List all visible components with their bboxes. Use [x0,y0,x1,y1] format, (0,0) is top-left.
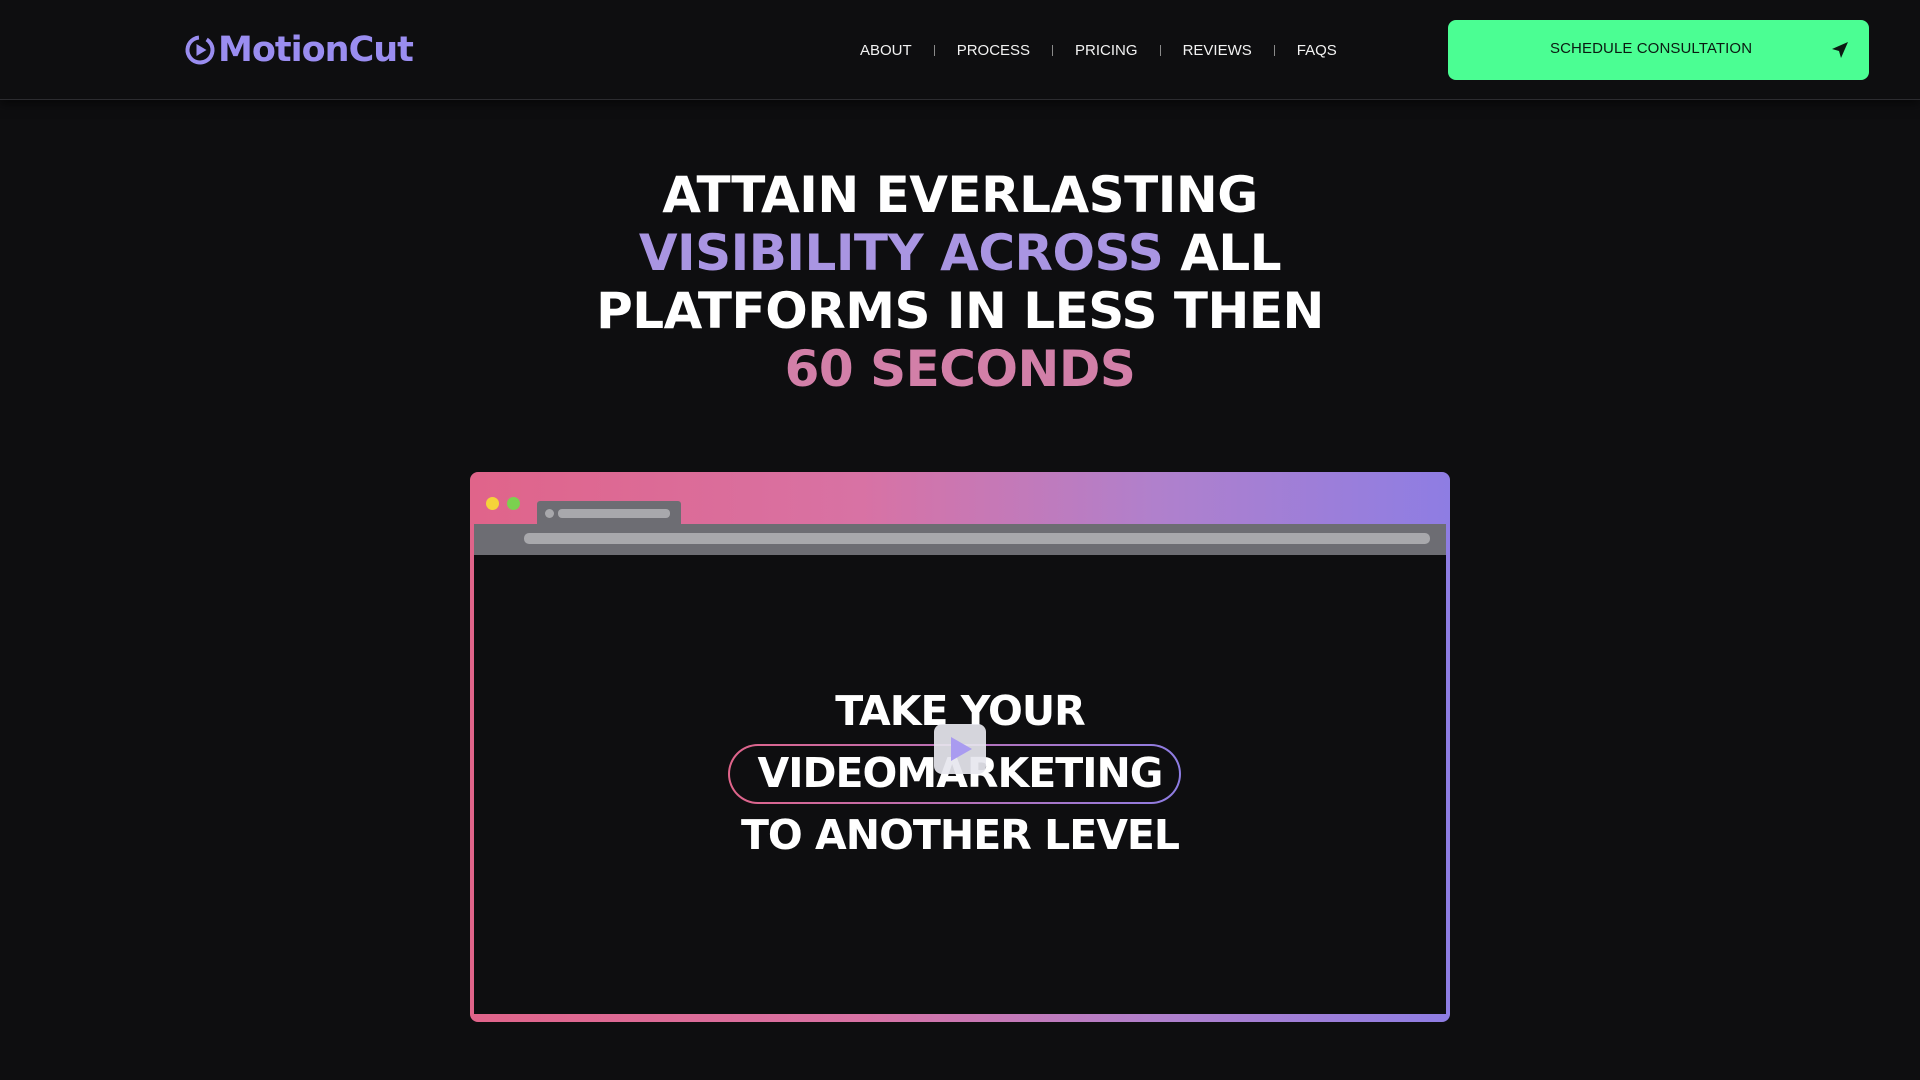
browser-titlebar [474,476,1446,525]
play-icon [951,737,972,761]
nav-item-process[interactable]: PROCESS [957,42,1030,59]
nav-item-pricing[interactable]: PRICING [1075,42,1138,59]
hero-headline: ATTAIN EVERLASTING VISIBILITY ACROSS ALL… [560,166,1360,398]
nav-divider [1273,44,1275,56]
play-button[interactable] [934,724,986,774]
logo-text: MotionCut [218,30,414,70]
nav-divider [1159,44,1161,56]
browser-tab [537,501,681,525]
main-nav: ABOUT PROCESS PRICING REVIEWS FAQS [860,38,1337,62]
browser-address-bar [474,524,1446,555]
video-player[interactable]: TAKE YOUR VIDEOMARKETING TO ANOTHER LEVE… [474,555,1446,1014]
url-field-placeholder [524,533,1430,544]
send-arrow-icon [1832,42,1848,58]
hero-line-3: PLATFORMS IN LESS THEN [596,282,1324,340]
video-text-line-3: TO ANOTHER LEVEL [740,811,1180,859]
hero-line-2: VISIBILITY ACROSS ALL [560,224,1360,282]
window-minimize-dot [486,497,499,510]
browser-inner: TAKE YOUR VIDEOMARKETING TO ANOTHER LEVE… [474,476,1446,1018]
tab-favicon [545,509,554,518]
hero-highlight-seconds: 60 SECONDS [784,340,1136,398]
hero-highlight-visibility: VISIBILITY ACROSS [638,224,1164,282]
site-header: MotionCut ABOUT PROCESS PRICING REVIEWS … [0,0,1920,100]
logo[interactable]: MotionCut [184,28,414,72]
cta-label: SCHEDULE CONSULTATION [1550,40,1753,57]
hero-line-1: ATTAIN EVERLASTING [662,166,1258,224]
nav-divider [933,44,935,56]
nav-item-reviews[interactable]: REVIEWS [1183,42,1252,59]
nav-item-about[interactable]: ABOUT [860,42,912,59]
nav-divider [1052,44,1054,56]
browser-mockup: TAKE YOUR VIDEOMARKETING TO ANOTHER LEVE… [470,472,1450,1022]
schedule-consultation-button[interactable]: SCHEDULE CONSULTATION [1448,20,1869,80]
play-circle-logo-icon [185,35,215,65]
nav-item-faqs[interactable]: FAQS [1297,42,1337,59]
tab-title-placeholder [558,509,670,518]
hero-line-2-rest: ALL [1180,224,1282,282]
window-maximize-dot [507,497,520,510]
